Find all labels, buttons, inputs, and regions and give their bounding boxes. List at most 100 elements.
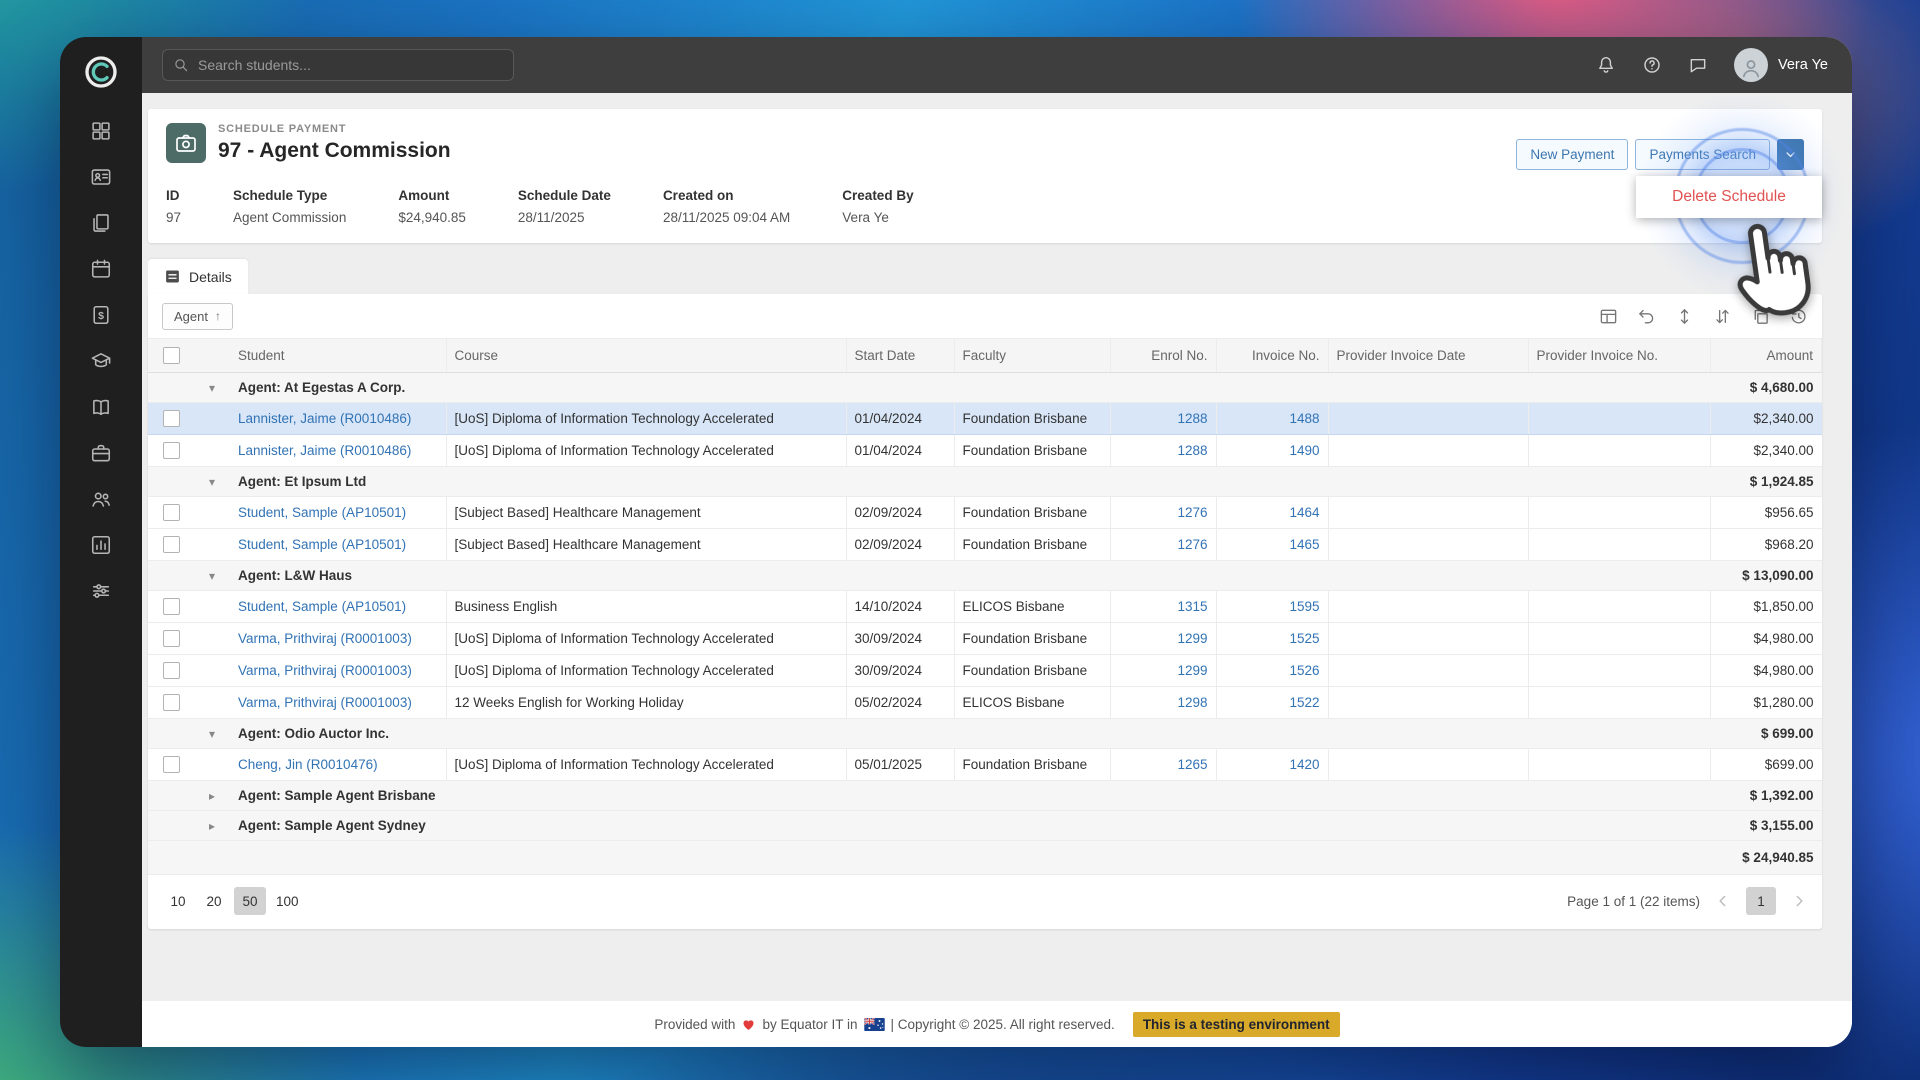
enrol-no-link[interactable]: 1299 <box>1177 631 1207 646</box>
enrol-no-link[interactable]: 1276 <box>1177 537 1207 552</box>
page-size-10[interactable]: 10 <box>162 887 194 915</box>
row-checkbox[interactable] <box>163 504 180 521</box>
invoice-no-link[interactable]: 1490 <box>1289 443 1319 458</box>
collapse-group-icon[interactable]: ▾ <box>202 381 222 395</box>
student-link[interactable]: Varma, Prithviraj (R0001003) <box>238 695 412 710</box>
next-page-icon[interactable] <box>1790 892 1808 910</box>
invoice-no-link[interactable]: 1488 <box>1289 411 1319 426</box>
library-icon[interactable] <box>90 396 112 418</box>
payments-search-button[interactable]: Payments Search <box>1635 139 1770 170</box>
invoice-no-link[interactable]: 1525 <box>1289 631 1319 646</box>
page-size-50[interactable]: 50 <box>234 887 266 915</box>
select-all-checkbox[interactable] <box>163 347 180 364</box>
row-checkbox[interactable] <box>163 536 180 553</box>
copy-grid-icon[interactable] <box>1751 307 1770 326</box>
table-row[interactable]: Lannister, Jaime (R0010486)[UoS] Diploma… <box>148 435 1822 467</box>
notifications-icon[interactable] <box>1596 55 1616 75</box>
search-input[interactable] <box>198 57 503 73</box>
col-header-provider-invoice-no-[interactable]: Provider Invoice No. <box>1528 339 1710 373</box>
row-checkbox[interactable] <box>163 662 180 679</box>
layout-icon[interactable] <box>1599 307 1618 326</box>
messages-icon[interactable] <box>1688 55 1708 75</box>
row-checkbox[interactable] <box>163 630 180 647</box>
dashboard-icon[interactable] <box>90 120 112 142</box>
student-link[interactable]: Student, Sample (AP10501) <box>238 537 406 552</box>
table-row[interactable]: Varma, Prithviraj (R0001003)[UoS] Diplom… <box>148 655 1822 687</box>
reorder-rows-icon[interactable] <box>1713 307 1732 326</box>
row-checkbox[interactable] <box>163 694 180 711</box>
group-by-agent-chip[interactable]: Agent ↑ <box>162 303 233 330</box>
col-header-provider-invoice-date[interactable]: Provider Invoice Date <box>1328 339 1528 373</box>
history-icon[interactable] <box>1789 307 1808 326</box>
row-checkbox[interactable] <box>163 598 180 615</box>
student-link[interactable]: Varma, Prithviraj (R0001003) <box>238 631 412 646</box>
table-row[interactable]: Cheng, Jin (R0010476)[UoS] Diploma of In… <box>148 749 1822 781</box>
student-link[interactable]: Varma, Prithviraj (R0001003) <box>238 663 412 678</box>
enrol-no-link[interactable]: 1288 <box>1177 411 1207 426</box>
employers-icon[interactable] <box>90 442 112 464</box>
enrol-no-link[interactable]: 1298 <box>1177 695 1207 710</box>
user-menu[interactable]: Vera Ye <box>1734 48 1828 82</box>
student-link[interactable]: Lannister, Jaime (R0010486) <box>238 411 411 426</box>
more-actions-dropdown-button[interactable] <box>1777 139 1804 170</box>
invoice-no-link[interactable]: 1464 <box>1289 505 1319 520</box>
agents-icon[interactable] <box>90 488 112 510</box>
table-row[interactable]: Lannister, Jaime (R0010486)[UoS] Diploma… <box>148 403 1822 435</box>
invoice-no-link[interactable]: 1526 <box>1289 663 1319 678</box>
enrol-no-link[interactable]: 1288 <box>1177 443 1207 458</box>
new-payment-button[interactable]: New Payment <box>1516 139 1628 170</box>
page-1-button[interactable]: 1 <box>1746 887 1776 915</box>
reports-icon[interactable] <box>90 534 112 556</box>
invoice-no-link[interactable]: 1595 <box>1289 599 1319 614</box>
help-icon[interactable] <box>1642 55 1662 75</box>
table-row[interactable]: Student, Sample (AP10501)Business Englis… <box>148 591 1822 623</box>
finance-icon[interactable]: $ <box>90 304 112 326</box>
students-icon[interactable] <box>90 166 112 188</box>
col-header-student[interactable]: Student <box>230 339 446 373</box>
collapse-group-icon[interactable]: ▾ <box>202 727 222 741</box>
table-row[interactable]: Varma, Prithviraj (R0001003)[UoS] Diplom… <box>148 623 1822 655</box>
page-size-20[interactable]: 20 <box>198 887 230 915</box>
table-row[interactable]: Varma, Prithviraj (R0001003)12 Weeks Eng… <box>148 687 1822 719</box>
enrol-no-link[interactable]: 1315 <box>1177 599 1207 614</box>
table-row[interactable]: Student, Sample (AP10501)[Subject Based]… <box>148 529 1822 561</box>
collapse-group-icon[interactable]: ▾ <box>202 475 222 489</box>
applications-icon[interactable] <box>90 212 112 234</box>
prev-page-icon[interactable] <box>1714 892 1732 910</box>
col-header-start-date[interactable]: Start Date <box>846 339 954 373</box>
collapse-group-icon[interactable]: ▾ <box>202 569 222 583</box>
student-link[interactable]: Student, Sample (AP10501) <box>238 599 406 614</box>
page-size-100[interactable]: 100 <box>270 887 305 915</box>
search-students-box[interactable] <box>162 49 514 81</box>
col-header-course[interactable]: Course <box>446 339 846 373</box>
group-total: $ 13,090.00 <box>1710 561 1822 591</box>
invoice-no-link[interactable]: 1420 <box>1289 757 1319 772</box>
timetables-icon[interactable] <box>90 258 112 280</box>
invoice-no-link[interactable]: 1465 <box>1289 537 1319 552</box>
settings-icon[interactable] <box>90 580 112 602</box>
undo-icon[interactable] <box>1637 307 1656 326</box>
enrol-no-link[interactable]: 1299 <box>1177 663 1207 678</box>
row-checkbox[interactable] <box>163 442 180 459</box>
row-checkbox[interactable] <box>163 756 180 773</box>
table-row[interactable]: Student, Sample (AP10501)[Subject Based]… <box>148 497 1822 529</box>
app-logo-icon[interactable] <box>81 52 121 92</box>
student-link[interactable]: Cheng, Jin (R0010476) <box>238 757 378 772</box>
expand-group-icon[interactable]: ▸ <box>202 819 222 833</box>
student-link[interactable]: Student, Sample (AP10501) <box>238 505 406 520</box>
courses-icon[interactable] <box>90 350 112 372</box>
provider-invoice-no-cell <box>1528 591 1710 623</box>
student-link[interactable]: Lannister, Jaime (R0010486) <box>238 443 411 458</box>
delete-schedule-menu-item[interactable]: Delete Schedule <box>1636 176 1822 218</box>
enrol-no-link[interactable]: 1265 <box>1177 757 1207 772</box>
row-checkbox[interactable] <box>163 410 180 427</box>
col-header-amount[interactable]: Amount <box>1710 339 1822 373</box>
invoice-no-link[interactable]: 1522 <box>1289 695 1319 710</box>
expand-group-icon[interactable]: ▸ <box>202 789 222 803</box>
expand-rows-icon[interactable] <box>1675 307 1694 326</box>
enrol-no-link[interactable]: 1276 <box>1177 505 1207 520</box>
col-header-faculty[interactable]: Faculty <box>954 339 1110 373</box>
col-header-invoice-no-[interactable]: Invoice No. <box>1216 339 1328 373</box>
col-header-enrol-no-[interactable]: Enrol No. <box>1110 339 1216 373</box>
tab-details[interactable]: Details <box>148 259 248 294</box>
